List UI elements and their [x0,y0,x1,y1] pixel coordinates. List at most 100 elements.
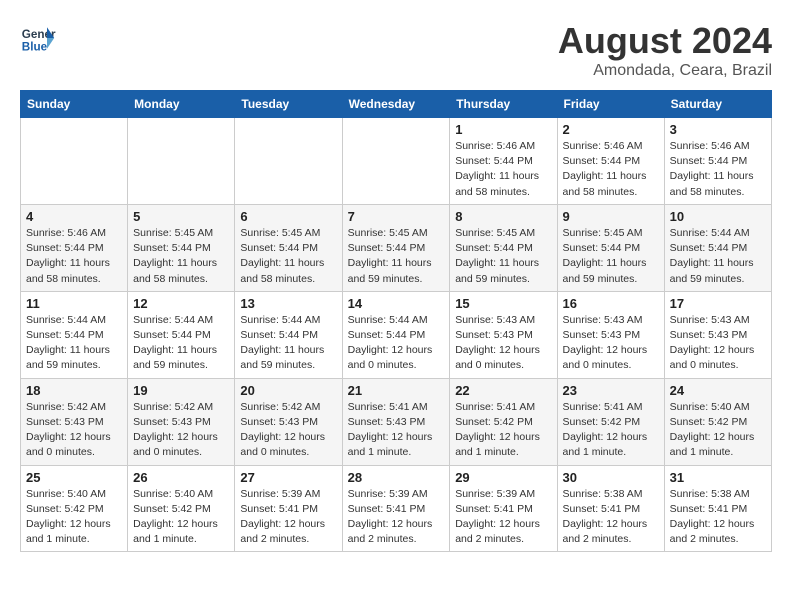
day-number: 9 [563,209,659,224]
day-number: 19 [133,383,229,398]
calendar-cell: 26 Sunrise: 5:40 AM Sunset: 5:42 PM Dayli… [128,465,235,552]
page-header: General Blue August 2024 Amondada, Ceara… [20,20,772,80]
day-info: Sunrise: 5:39 AM Sunset: 5:41 PM Dayligh… [455,487,551,548]
calendar-week-row: 18 Sunrise: 5:42 AM Sunset: 5:43 PM Dayli… [21,378,772,465]
day-number: 16 [563,296,659,311]
day-number: 1 [455,122,551,137]
weekday-header-saturday: Saturday [664,91,771,118]
day-info: Sunrise: 5:41 AM Sunset: 5:42 PM Dayligh… [563,400,659,461]
logo: General Blue [20,20,60,56]
calendar-week-row: 1 Sunrise: 5:46 AM Sunset: 5:44 PM Daylig… [21,118,772,205]
day-number: 2 [563,122,659,137]
weekday-header-friday: Friday [557,91,664,118]
calendar-cell: 6 Sunrise: 5:45 AM Sunset: 5:44 PM Daylig… [235,204,342,291]
calendar-cell: 21 Sunrise: 5:41 AM Sunset: 5:43 PM Dayli… [342,378,450,465]
day-number: 11 [26,296,122,311]
calendar-body: 1 Sunrise: 5:46 AM Sunset: 5:44 PM Daylig… [21,118,772,552]
day-info: Sunrise: 5:42 AM Sunset: 5:43 PM Dayligh… [133,400,229,461]
day-info: Sunrise: 5:45 AM Sunset: 5:44 PM Dayligh… [563,226,659,287]
day-info: Sunrise: 5:46 AM Sunset: 5:44 PM Dayligh… [563,139,659,200]
day-info: Sunrise: 5:40 AM Sunset: 5:42 PM Dayligh… [133,487,229,548]
day-info: Sunrise: 5:41 AM Sunset: 5:43 PM Dayligh… [348,400,445,461]
calendar-cell: 24 Sunrise: 5:40 AM Sunset: 5:42 PM Dayli… [664,378,771,465]
calendar-cell: 5 Sunrise: 5:45 AM Sunset: 5:44 PM Daylig… [128,204,235,291]
calendar-cell [128,118,235,205]
day-info: Sunrise: 5:44 AM Sunset: 5:44 PM Dayligh… [240,313,336,374]
calendar-week-row: 4Sunrise: 5:46 AM Sunset: 5:44 PM Daylig… [21,204,772,291]
calendar-cell: 3 Sunrise: 5:46 AM Sunset: 5:44 PM Daylig… [664,118,771,205]
calendar-cell: 29 Sunrise: 5:39 AM Sunset: 5:41 PM Dayli… [450,465,557,552]
calendar-cell: 28Sunrise: 5:39 AM Sunset: 5:41 PM Dayli… [342,465,450,552]
calendar-cell: 4Sunrise: 5:46 AM Sunset: 5:44 PM Daylig… [21,204,128,291]
day-number: 5 [133,209,229,224]
day-number: 30 [563,470,659,485]
calendar-cell: 13 Sunrise: 5:44 AM Sunset: 5:44 PM Dayli… [235,291,342,378]
day-info: Sunrise: 5:45 AM Sunset: 5:44 PM Dayligh… [133,226,229,287]
calendar-cell: 30Sunrise: 5:38 AM Sunset: 5:41 PM Dayli… [557,465,664,552]
day-info: Sunrise: 5:38 AM Sunset: 5:41 PM Dayligh… [670,487,766,548]
day-number: 24 [670,383,766,398]
calendar-cell: 27Sunrise: 5:39 AM Sunset: 5:41 PM Dayli… [235,465,342,552]
day-info: Sunrise: 5:43 AM Sunset: 5:43 PM Dayligh… [455,313,551,374]
weekday-header-thursday: Thursday [450,91,557,118]
day-number: 12 [133,296,229,311]
subtitle: Amondada, Ceara, Brazil [558,62,772,80]
day-info: Sunrise: 5:45 AM Sunset: 5:44 PM Dayligh… [348,226,445,287]
calendar-cell: 22Sunrise: 5:41 AM Sunset: 5:42 PM Dayli… [450,378,557,465]
calendar-cell [235,118,342,205]
calendar-cell: 12 Sunrise: 5:44 AM Sunset: 5:44 PM Dayli… [128,291,235,378]
calendar-cell: 14Sunrise: 5:44 AM Sunset: 5:44 PM Dayli… [342,291,450,378]
calendar-cell: 10 Sunrise: 5:44 AM Sunset: 5:44 PM Dayli… [664,204,771,291]
day-info: Sunrise: 5:42 AM Sunset: 5:43 PM Dayligh… [240,400,336,461]
calendar-cell: 8 Sunrise: 5:45 AM Sunset: 5:44 PM Daylig… [450,204,557,291]
title-block: August 2024 Amondada, Ceara, Brazil [558,20,772,80]
day-info: Sunrise: 5:44 AM Sunset: 5:44 PM Dayligh… [670,226,766,287]
logo-icon: General Blue [20,20,56,56]
weekday-header-monday: Monday [128,91,235,118]
calendar-week-row: 11 Sunrise: 5:44 AM Sunset: 5:44 PM Dayli… [21,291,772,378]
day-number: 23 [563,383,659,398]
calendar-week-row: 25 Sunrise: 5:40 AM Sunset: 5:42 PM Dayli… [21,465,772,552]
day-number: 6 [240,209,336,224]
weekday-header-tuesday: Tuesday [235,91,342,118]
day-number: 28 [348,470,445,485]
calendar-cell: 1 Sunrise: 5:46 AM Sunset: 5:44 PM Daylig… [450,118,557,205]
calendar-cell: 19 Sunrise: 5:42 AM Sunset: 5:43 PM Dayli… [128,378,235,465]
day-number: 3 [670,122,766,137]
weekday-header-sunday: Sunday [21,91,128,118]
day-info: Sunrise: 5:45 AM Sunset: 5:44 PM Dayligh… [455,226,551,287]
day-number: 4 [26,209,122,224]
calendar-cell: 7 Sunrise: 5:45 AM Sunset: 5:44 PM Daylig… [342,204,450,291]
calendar-cell: 18 Sunrise: 5:42 AM Sunset: 5:43 PM Dayli… [21,378,128,465]
calendar-cell: 11Sunrise: 5:44 AM Sunset: 5:44 PM Dayli… [21,291,128,378]
calendar-cell: 31Sunrise: 5:38 AM Sunset: 5:41 PM Dayli… [664,465,771,552]
svg-text:Blue: Blue [22,41,48,54]
day-info: Sunrise: 5:42 AM Sunset: 5:43 PM Dayligh… [26,400,122,461]
day-number: 8 [455,209,551,224]
weekday-header-wednesday: Wednesday [342,91,450,118]
day-info: Sunrise: 5:46 AM Sunset: 5:44 PM Dayligh… [455,139,551,200]
day-info: Sunrise: 5:43 AM Sunset: 5:43 PM Dayligh… [563,313,659,374]
day-info: Sunrise: 5:46 AM Sunset: 5:44 PM Dayligh… [670,139,766,200]
calendar-cell: 15 Sunrise: 5:43 AM Sunset: 5:43 PM Dayli… [450,291,557,378]
day-number: 7 [348,209,445,224]
day-info: Sunrise: 5:40 AM Sunset: 5:42 PM Dayligh… [670,400,766,461]
day-number: 29 [455,470,551,485]
day-info: Sunrise: 5:43 AM Sunset: 5:43 PM Dayligh… [670,313,766,374]
day-number: 18 [26,383,122,398]
month-title: August 2024 [558,20,772,62]
day-number: 25 [26,470,122,485]
day-number: 15 [455,296,551,311]
day-number: 21 [348,383,445,398]
day-number: 26 [133,470,229,485]
day-number: 10 [670,209,766,224]
day-number: 13 [240,296,336,311]
day-info: Sunrise: 5:44 AM Sunset: 5:44 PM Dayligh… [133,313,229,374]
day-info: Sunrise: 5:45 AM Sunset: 5:44 PM Dayligh… [240,226,336,287]
day-number: 17 [670,296,766,311]
calendar-cell: 2 Sunrise: 5:46 AM Sunset: 5:44 PM Daylig… [557,118,664,205]
day-number: 20 [240,383,336,398]
calendar-table: SundayMondayTuesdayWednesdayThursdayFrid… [20,90,772,552]
calendar-cell: 9 Sunrise: 5:45 AM Sunset: 5:44 PM Daylig… [557,204,664,291]
day-info: Sunrise: 5:40 AM Sunset: 5:42 PM Dayligh… [26,487,122,548]
